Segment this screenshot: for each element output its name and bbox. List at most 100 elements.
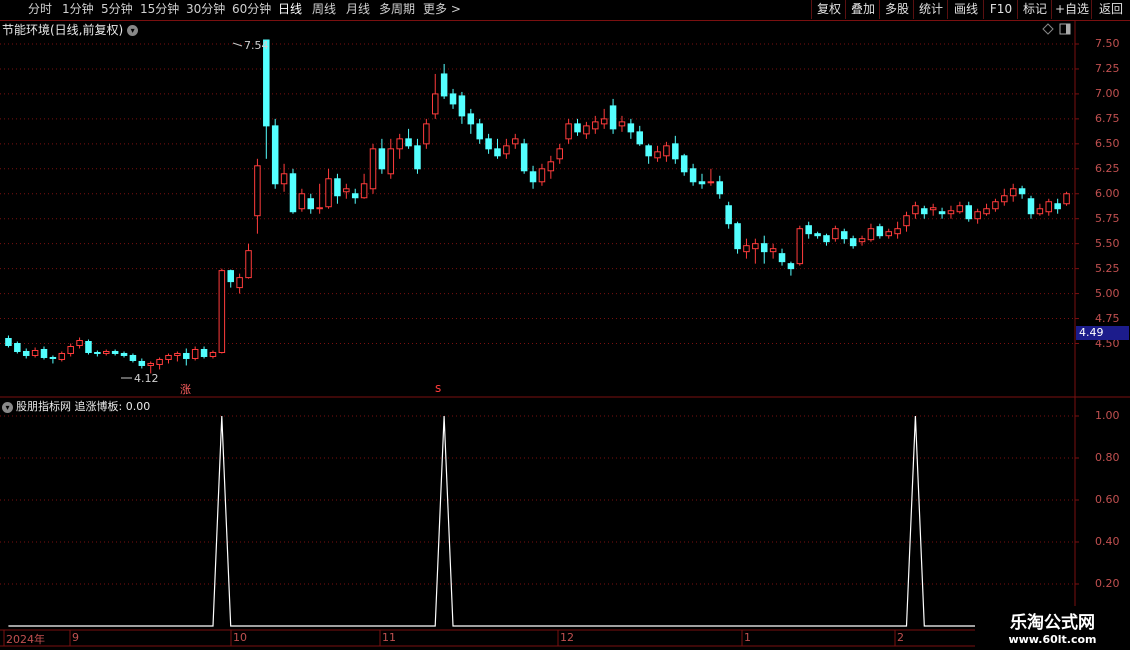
candle-body-up — [769, 248, 777, 253]
time-axis-label: 12 — [560, 631, 574, 644]
window-icon[interactable] — [1059, 23, 1071, 35]
watermark-title: 乐淘公式网 — [1010, 613, 1095, 633]
period-tab-daily[interactable]: 日线 — [278, 0, 302, 19]
candle-body-down — [520, 143, 528, 172]
period-tab-monthly[interactable]: 月线 — [346, 0, 370, 19]
watermark-logo: 乐淘公式网 www.60lt.com — [975, 606, 1130, 650]
signal-marker-s: s — [435, 381, 442, 395]
candle-body-up — [298, 193, 306, 210]
candle-body-down — [227, 270, 234, 283]
statistics-button[interactable]: 统计 — [913, 0, 948, 19]
watermark-url: www.60lt.com — [1008, 633, 1097, 646]
candle-body-up — [903, 215, 910, 227]
f10-button[interactable]: F10 — [983, 0, 1018, 19]
candle-body-up — [583, 125, 590, 135]
candle-body-up — [423, 123, 430, 145]
candle-body-up — [752, 243, 759, 250]
candle-body-down — [1018, 188, 1026, 195]
candle-body-up — [360, 183, 368, 199]
add-favorite-button[interactable]: +自选 — [1051, 0, 1092, 19]
high-annotation — [232, 42, 243, 47]
candle-body-up — [58, 352, 66, 360]
period-tab-weekly[interactable]: 周线 — [312, 0, 336, 19]
candle-body-up — [832, 228, 839, 240]
candle-body-down — [609, 105, 617, 130]
candle-body-down — [94, 351, 101, 354]
candle-body-down — [200, 348, 208, 357]
multi-stock-button[interactable]: 多股 — [879, 0, 914, 19]
candle-body-down — [645, 145, 652, 157]
candle-body-up — [1045, 201, 1053, 213]
chevron-down-icon[interactable]: ▾ — [2, 401, 13, 413]
candle-body-up — [165, 354, 172, 360]
time-axis-label: 10 — [233, 631, 247, 644]
candle-body-up — [174, 352, 181, 356]
indicator-axis-label: 1.00 — [1095, 409, 1120, 422]
candle-body-down — [965, 205, 973, 220]
candle-body-up — [147, 362, 154, 366]
mark-button[interactable]: 标记 — [1017, 0, 1052, 19]
candle-body-up — [947, 210, 955, 215]
period-tab-more[interactable]: 更多 > — [423, 0, 461, 19]
candle-body-up — [556, 148, 563, 160]
candle-body-down — [574, 123, 581, 133]
time-axis-label: 2024年 — [6, 633, 45, 646]
candle-body-up — [618, 121, 626, 127]
time-axis-label: 9 — [72, 631, 79, 644]
candle-body-down — [636, 131, 644, 145]
candle-body-down — [467, 113, 475, 125]
candle-body-down — [351, 193, 359, 199]
indicator-axis-label: 0.20 — [1095, 577, 1120, 590]
candle-body-down — [938, 211, 946, 215]
candle-body-down — [529, 171, 537, 183]
fuquan-button[interactable]: 复权 — [811, 0, 846, 19]
candle-body-down — [494, 148, 501, 157]
chevron-down-icon[interactable]: ▾ — [127, 25, 139, 36]
period-tab-15min[interactable]: 15分钟 — [140, 0, 179, 19]
candle-body-up — [600, 118, 608, 125]
draw-line-button[interactable]: 画线 — [947, 0, 984, 19]
candle-body-up — [796, 228, 804, 265]
candle-body-down — [841, 231, 848, 240]
candle-body-down — [440, 73, 448, 97]
candle-body-down — [449, 93, 457, 105]
time-axis-label: 2 — [897, 631, 904, 644]
candle-body-up — [218, 270, 226, 353]
candle-body-down — [734, 223, 741, 250]
candle-body-down — [22, 350, 30, 356]
price-axis-label: 6.75 — [1095, 111, 1120, 125]
overlay-button[interactable]: 叠加 — [845, 0, 880, 19]
candlestick-series — [5, 39, 1070, 374]
candle-body-up — [503, 145, 510, 155]
candle-body-up — [1009, 188, 1017, 197]
time-axis-label: 11 — [382, 631, 396, 644]
candle-body-up — [245, 250, 252, 279]
candle-body-down — [405, 138, 412, 147]
period-tab-multi[interactable]: 多周期 — [379, 0, 415, 19]
candle-body-down — [1027, 198, 1035, 215]
candle-body-down — [627, 123, 635, 133]
period-tab-60min[interactable]: 60分钟 — [232, 0, 271, 19]
candle-body-up — [663, 145, 670, 157]
back-button[interactable]: 返回 — [1091, 0, 1130, 19]
period-tab-1min[interactable]: 1分钟 — [62, 0, 94, 19]
period-tab-fenshi[interactable]: 分时 — [28, 0, 52, 19]
diamond-icon[interactable] — [1042, 23, 1054, 35]
period-tab-5min[interactable]: 5分钟 — [101, 0, 133, 19]
price-axis-label: 5.25 — [1095, 261, 1120, 275]
candle-body-up — [912, 205, 919, 215]
candle-body-down — [49, 356, 57, 359]
price-axis-label: 5.00 — [1095, 286, 1120, 300]
current-price-tag: 4.49 — [1076, 326, 1129, 340]
candle-body-up — [236, 277, 243, 289]
period-toolbar: 分时 1分钟 5分钟 15分钟 30分钟 60分钟 日线 周线 月线 多周期 更… — [0, 0, 1130, 21]
candle-body-up — [67, 345, 74, 354]
period-tab-30min[interactable]: 30分钟 — [186, 0, 225, 19]
candle-body-down — [120, 352, 128, 356]
candle-body-up — [956, 205, 964, 213]
candle-body-down — [307, 198, 315, 210]
price-axis-label: 7.50 — [1095, 37, 1120, 50]
candle-body-up — [387, 148, 395, 175]
candle-body-up — [858, 238, 866, 243]
candle-body-down — [138, 360, 146, 366]
